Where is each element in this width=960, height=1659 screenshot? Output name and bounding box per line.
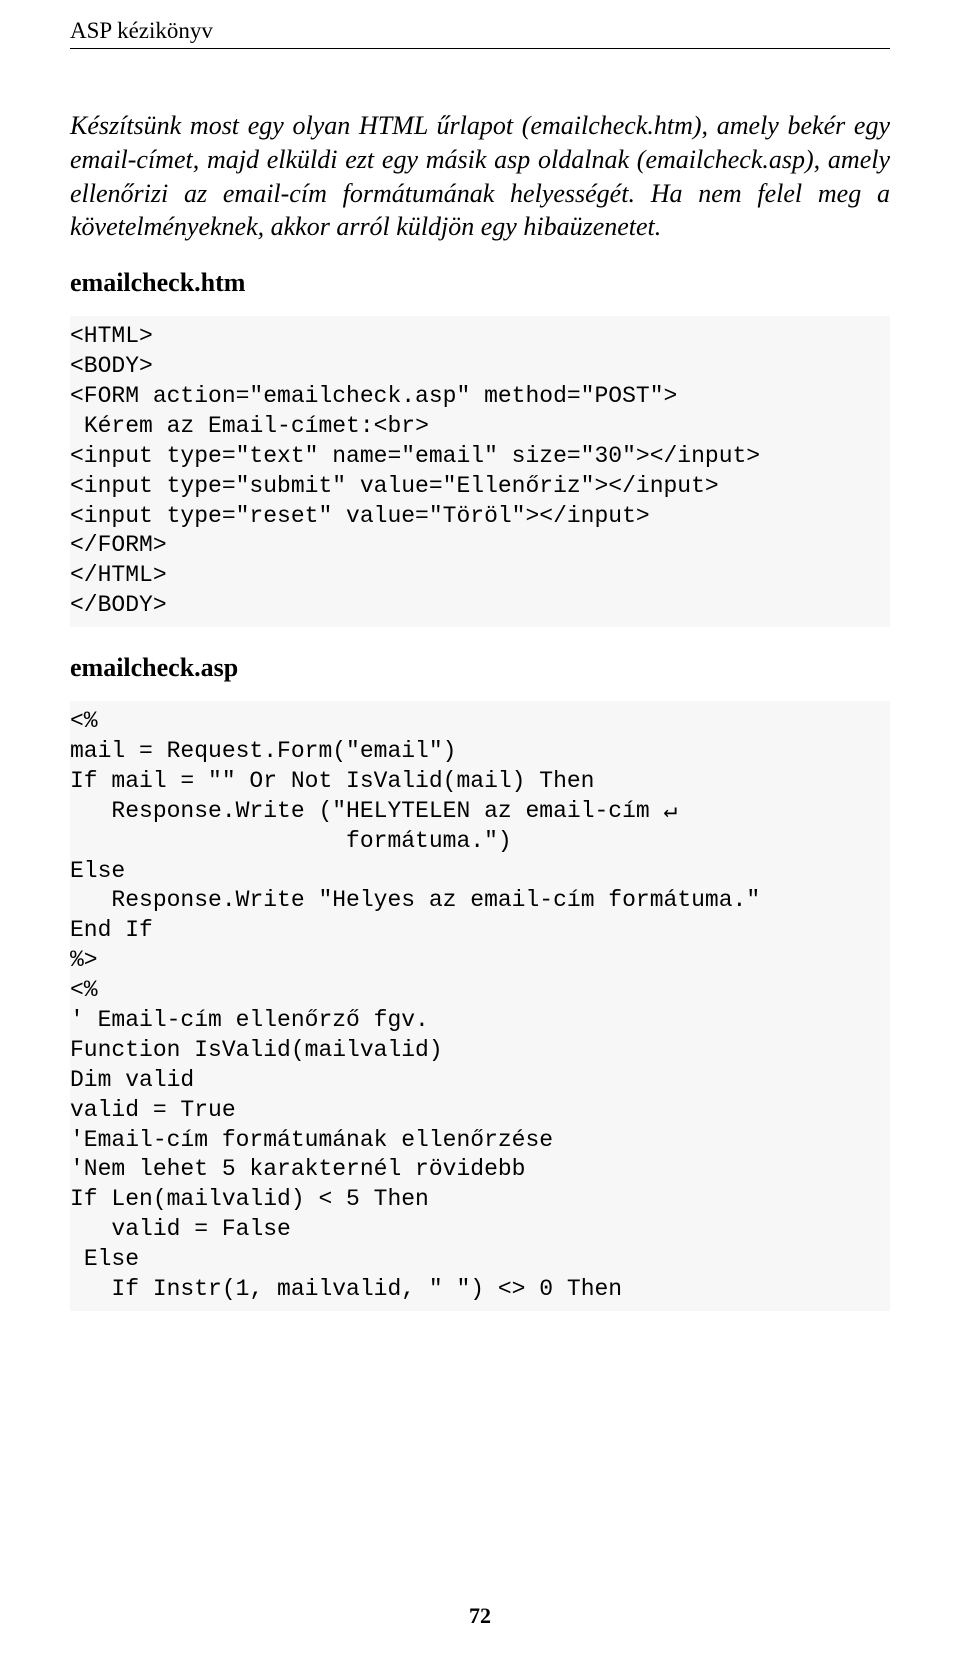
intro-paragraph: Készítsünk most egy olyan HTML űrlapot (… <box>70 109 890 244</box>
section-heading-emailcheck-asp: emailcheck.asp <box>70 653 890 683</box>
running-header-title: ASP kézikönyv <box>70 18 213 43</box>
code-block-emailcheck-asp: <% mail = Request.Form("email") If mail … <box>70 701 890 1311</box>
page-container: ASP kézikönyv Készítsünk most egy olyan … <box>0 0 960 1659</box>
code-block-emailcheck-htm: <HTML> <BODY> <FORM action="emailcheck.a… <box>70 316 890 627</box>
running-header: ASP kézikönyv <box>70 18 890 49</box>
page-number: 72 <box>0 1603 960 1629</box>
section-heading-emailcheck-htm: emailcheck.htm <box>70 268 890 298</box>
